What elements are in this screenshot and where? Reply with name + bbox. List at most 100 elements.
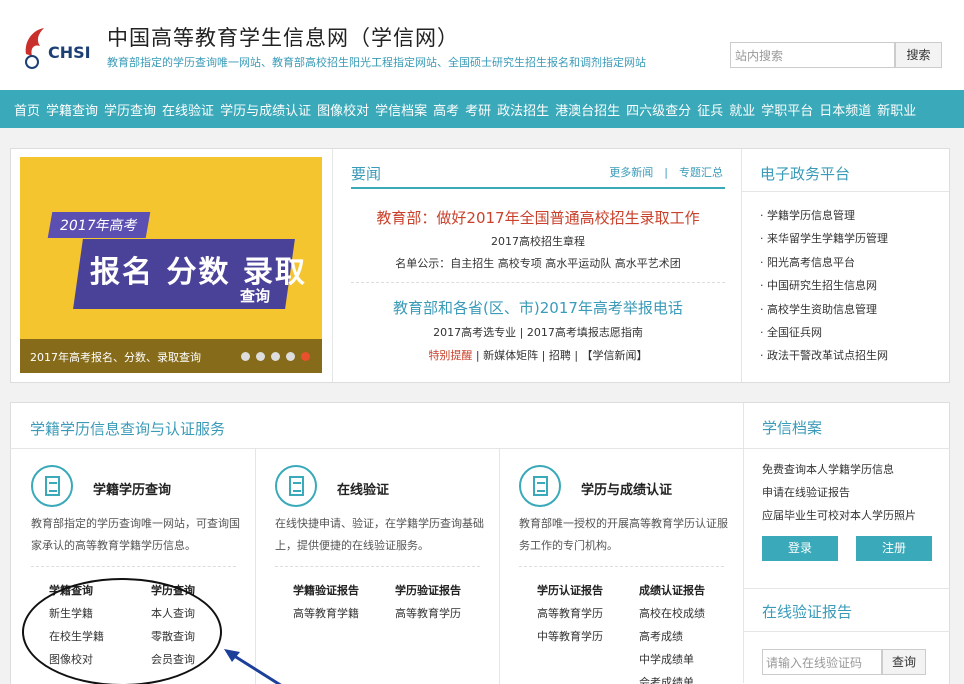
service-divider [275, 566, 480, 567]
egov-item[interactable]: · 阳光高考信息平台 [760, 254, 888, 277]
service-link[interactable]: 中等教育学历 [537, 630, 603, 643]
news-links[interactable]: | 新媒体矩阵 | 招聘 | 【学信新闻】 [472, 349, 648, 362]
egov-item[interactable]: · 来华留学生学籍学历管理 [760, 230, 888, 253]
egov-item[interactable]: · 全国征兵网 [760, 324, 888, 347]
login-button[interactable]: 登录 [762, 536, 838, 561]
archive-line: 申请在线验证报告 [762, 486, 850, 499]
nav-item[interactable]: 首页 [14, 100, 40, 119]
document-search-icon [31, 465, 73, 507]
service-title[interactable]: 学籍学历查询 [93, 479, 171, 498]
service-link-header[interactable]: 成绩认证报告 [639, 584, 705, 597]
nav-item[interactable]: 高考 [433, 100, 459, 119]
service-desc: 教育部指定的学历查询唯一网站，可查询国家承认的高等教育学籍学历信息。 [31, 517, 240, 552]
egov-item[interactable]: · 学籍学历信息管理 [760, 207, 888, 230]
highlight-ellipse-annotation [22, 578, 222, 684]
news-headline-1[interactable]: 教育部：做好2017年全国普通高校招生录取工作 [333, 207, 743, 228]
news-alert-link[interactable]: 特别提醒 [428, 349, 472, 362]
service-desc: 在线快捷申请、验证，在学籍学历查询基础上，提供便捷的在线验证服务。 [275, 517, 484, 552]
service-link-column: 学历验证报告 高等教育学历 [395, 579, 461, 625]
archive-sidebar: 学信档案 免费查询本人学籍学历信息 申请在线验证报告 应届毕业生可校对本人学历照… [743, 403, 950, 683]
report-icon [519, 465, 561, 507]
banner-dot[interactable] [286, 352, 295, 361]
nav-item[interactable]: 政法招生 [497, 100, 549, 119]
banner-dots [241, 352, 310, 361]
news-sub-1[interactable]: 2017高校招生章程 [333, 233, 743, 249]
nav-item[interactable]: 四六级查分 [626, 100, 691, 119]
nav-item[interactable]: 图像校对 [317, 100, 369, 119]
news-sub-3[interactable]: 2017高考选专业 | 2017高考填报志愿指南 [333, 324, 743, 340]
site-search-button[interactable]: 搜索 [895, 42, 942, 68]
service-link-header[interactable]: 学历验证报告 [395, 584, 461, 597]
egov-item[interactable]: · 高校学生资助信息管理 [760, 301, 888, 324]
service-card-verify: 在线验证 在线快捷申请、验证，在学籍学历查询基础上，提供便捷的在线验证服务。 学… [255, 449, 498, 684]
service-link[interactable]: 高考成绩 [639, 630, 683, 643]
nav-item[interactable]: 学信档案 [375, 100, 427, 119]
nav-item[interactable]: 在线验证 [162, 100, 214, 119]
egov-divider [742, 191, 949, 192]
service-link[interactable]: 高等教育学历 [395, 607, 461, 620]
news-sub-2[interactable]: 名单公示：自主招生 高校专项 高水平运动队 高水平艺术团 [333, 255, 743, 271]
banner-sub: 查询 [240, 287, 271, 305]
banner-dot[interactable] [271, 352, 280, 361]
service-desc: 教育部唯一授权的开展高等教育学历认证服务工作的专门机构。 [519, 517, 728, 552]
egov-section: 电子政务平台 · 学籍学历信息管理 · 来华留学生学籍学历管理 · 阳光高考信息… [742, 149, 949, 382]
archive-divider [744, 448, 950, 449]
news-section: 要闻 更多新闻 | 专题汇总 教育部：做好2017年全国普通高校招生录取工作 2… [332, 149, 742, 382]
nav-item[interactable]: 港澳台招生 [555, 100, 620, 119]
service-title[interactable]: 在线验证 [337, 479, 389, 498]
egov-list: · 学籍学历信息管理 · 来华留学生学籍学历管理 · 阳光高考信息平台 · 中国… [760, 207, 888, 371]
verify-title: 在线验证报告 [762, 603, 853, 621]
archive-title: 学信档案 [762, 419, 823, 437]
archive-line: 免费查询本人学籍学历信息 [762, 463, 894, 476]
service-link[interactable]: 高校在校成绩 [639, 607, 705, 620]
service-divider [519, 566, 724, 567]
verify-code-input[interactable]: 请输入在线验证码 [762, 649, 882, 675]
banner-dot-active[interactable] [301, 352, 310, 361]
nav-item[interactable]: 学籍查询 [46, 100, 98, 119]
nav-item[interactable]: 征兵 [697, 100, 723, 119]
site-subtitle: 教育部指定的学历查询唯一网站、教育部高校招生阳光工程指定网站、全国硕士研究生招生… [107, 56, 646, 69]
service-link[interactable]: 中学成绩单 [639, 653, 694, 666]
site-title: 中国高等教育学生信息网（学信网） [107, 26, 459, 50]
nav-item[interactable]: 学历与成绩认证 [220, 100, 311, 119]
egov-item[interactable]: · 中国研究生招生信息网 [760, 277, 888, 300]
egov-item[interactable]: · 政法干警改革试点招生网 [760, 347, 888, 370]
blue-arrow-annotation [224, 649, 282, 684]
egov-title: 电子政务平台 [760, 165, 851, 183]
news-sub-4: 特别提醒 | 新媒体矩阵 | 招聘 | 【学信新闻】 [333, 347, 743, 363]
site-search-input[interactable]: 站内搜索 [730, 42, 895, 68]
news-divider [351, 187, 725, 189]
banner-carousel[interactable]: 2017年高考 报名 分数 录取 查询 2017年高考报名、分数、录取查询 [20, 157, 322, 373]
news-dashed-divider [351, 282, 725, 283]
service-link[interactable]: 会考成绩单 [639, 676, 694, 684]
nav-item[interactable]: 学职平台 [761, 100, 813, 119]
banner-dot[interactable] [256, 352, 265, 361]
service-link-header[interactable]: 学籍验证报告 [293, 584, 359, 597]
nav-item[interactable]: 学历查询 [104, 100, 156, 119]
archive-line: 应届毕业生可校对本人学历照片 [762, 509, 916, 522]
nav-item[interactable]: 考研 [465, 100, 491, 119]
service-link[interactable]: 高等教育学籍 [293, 607, 359, 620]
logo-text: CHSI [48, 43, 91, 62]
nav-item[interactable]: 就业 [729, 100, 755, 119]
nav-item[interactable]: 日本频道 [819, 100, 871, 119]
verify-divider [744, 631, 950, 632]
verify-query-button[interactable]: 查询 [882, 649, 926, 675]
certificate-icon [275, 465, 317, 507]
services-title: 学籍学历信息查询与认证服务 [30, 420, 226, 438]
service-link-header[interactable]: 学历认证报告 [537, 584, 603, 597]
banner-tag: 2017年高考 [47, 212, 150, 238]
service-link[interactable]: 高等教育学历 [537, 607, 603, 620]
banner-headline: 报名 分数 录取 [90, 255, 307, 290]
news-title: 要闻 [351, 165, 382, 183]
nav-item[interactable]: 新职业 [877, 100, 916, 119]
service-title[interactable]: 学历与成绩认证 [581, 479, 672, 498]
banner-dot[interactable] [241, 352, 250, 361]
verify-divider-top [744, 588, 950, 589]
page: CHSI 中国高等教育学生信息网（学信网） 教育部指定的学历查询唯一网站、教育部… [0, 0, 964, 684]
service-card-certify: 学历与成绩认证 教育部唯一授权的开展高等教育学历认证服务工作的专门机构。 学历认… [499, 449, 742, 684]
news-headline-2[interactable]: 教育部和各省(区、市)2017年高考举报电话 [333, 297, 743, 318]
main-nav: 首页 学籍查询 学历查询 在线验证 学历与成绩认证 图像校对 学信档案 高考 考… [0, 90, 964, 128]
register-button[interactable]: 注册 [856, 536, 932, 561]
news-more-links[interactable]: 更多新闻 | 专题汇总 [609, 164, 723, 180]
